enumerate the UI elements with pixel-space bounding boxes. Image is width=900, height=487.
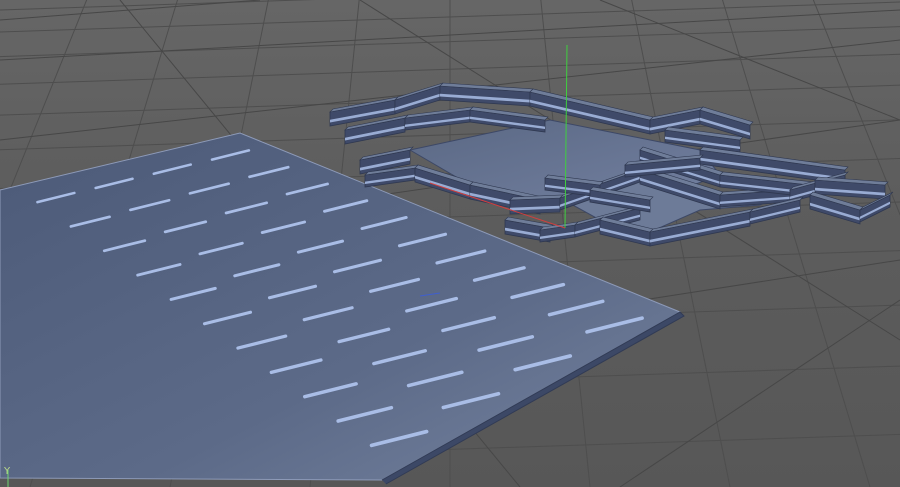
grid-line — [450, 0, 900, 487]
grid-line — [450, 0, 900, 487]
grid-line — [450, 0, 900, 487]
grid-line — [450, 0, 900, 487]
wall-segment — [509, 194, 564, 215]
viewport-scene[interactable] — [0, 0, 900, 487]
grid-line — [450, 0, 900, 487]
grid-line — [450, 0, 900, 487]
wall-segment — [404, 106, 474, 131]
grid-line — [450, 0, 900, 487]
corner-axis-label: Y — [4, 466, 11, 477]
3d-viewport[interactable]: Y — [0, 0, 900, 487]
grid-line — [450, 0, 900, 487]
grid-line-major — [0, 0, 261, 21]
wall-segment — [394, 82, 444, 115]
grid-line — [450, 0, 900, 487]
grid-line — [450, 0, 900, 487]
wall-segment — [439, 82, 534, 107]
grid-line — [450, 0, 900, 487]
grid-line — [450, 0, 900, 487]
grid-line — [450, 0, 900, 487]
grid-line — [450, 0, 900, 487]
grid-line — [812, 0, 900, 216]
grid-line — [450, 0, 900, 487]
grid-line — [450, 0, 900, 487]
